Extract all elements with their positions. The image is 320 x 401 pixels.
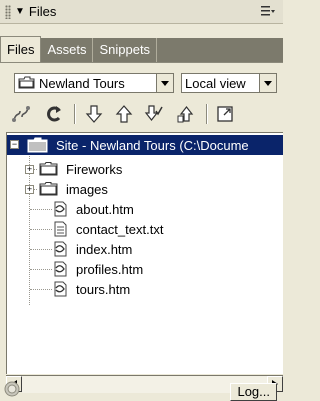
check-out-icon[interactable] — [143, 103, 165, 125]
tree-root-label: Site - Newland Tours (C:\Docume — [56, 137, 249, 153]
tab-files[interactable]: Files — [0, 36, 42, 62]
chevron-down-icon[interactable] — [259, 74, 276, 92]
toolbar-separator — [206, 104, 208, 124]
panel-options-icon[interactable] — [261, 5, 275, 17]
folder-icon — [39, 162, 58, 176]
tree-file-about[interactable]: about.htm — [7, 199, 283, 219]
check-in-icon[interactable] — [175, 103, 197, 125]
site-toolbar: Newland Tours Local view — [0, 62, 283, 101]
panel-tabs: Files Assets Snippets — [0, 36, 283, 62]
site-folder-icon — [27, 137, 48, 153]
html-file-icon — [54, 281, 67, 297]
html-file-icon — [54, 241, 67, 257]
tree-file-label: index.htm — [76, 241, 133, 257]
panel-title: Files — [28, 4, 57, 19]
get-files-icon[interactable] — [83, 103, 105, 125]
view-select-value: Local view — [185, 75, 246, 91]
tab-assets[interactable]: Assets — [41, 38, 94, 62]
put-files-icon[interactable] — [113, 103, 135, 125]
tree-folder-label: images — [66, 181, 108, 197]
panel-title-bar[interactable]: ▼ Files — [0, 0, 283, 24]
text-file-icon — [54, 221, 67, 237]
tree-folder-fireworks[interactable]: + Fireworks — [7, 159, 283, 179]
collapse-arrow-icon[interactable]: ▼ — [15, 6, 25, 17]
expand-panel-icon[interactable] — [214, 103, 236, 125]
refresh-icon[interactable] — [43, 103, 65, 125]
tab-strip-filler — [157, 38, 283, 62]
log-button[interactable]: Log... — [230, 383, 277, 401]
site-select[interactable]: Newland Tours — [14, 73, 174, 93]
tree-file-label: contact_text.txt — [76, 221, 164, 237]
site-select-value: Newland Tours — [39, 75, 125, 91]
tab-snippets[interactable]: Snippets — [93, 38, 158, 62]
expand-icon[interactable]: + — [25, 165, 34, 174]
expand-icon[interactable]: + — [25, 185, 34, 194]
collapse-icon[interactable]: − — [10, 140, 19, 149]
tree-file-contact-text[interactable]: contact_text.txt — [7, 219, 283, 239]
toolbar-separator — [74, 104, 76, 124]
tree-file-index[interactable]: index.htm — [7, 239, 283, 259]
folder-icon — [18, 76, 35, 89]
tree-folder-label: Fireworks — [66, 161, 123, 177]
connect-icon[interactable] — [10, 103, 32, 125]
tree-file-label: tours.htm — [76, 281, 131, 297]
files-toolbar — [0, 100, 283, 128]
folder-icon — [39, 182, 58, 196]
view-select[interactable]: Local view — [181, 73, 277, 93]
status-indicator-icon — [4, 381, 20, 397]
tree-file-label: profiles.htm — [76, 261, 144, 277]
tree-root-site[interactable]: − Site - Newland Tours (C:\Docume — [7, 135, 283, 155]
html-file-icon — [54, 201, 67, 217]
tree-folder-images[interactable]: + images — [7, 179, 283, 199]
file-tree[interactable]: − Site - Newland Tours (C:\Docume + Fire… — [6, 132, 283, 374]
tree-file-tours[interactable]: tours.htm — [7, 279, 283, 299]
chevron-down-icon[interactable] — [156, 74, 173, 92]
html-file-icon — [54, 261, 67, 277]
tree-file-label: about.htm — [76, 201, 134, 217]
drag-grip-icon[interactable] — [5, 4, 11, 19]
tree-file-profiles[interactable]: profiles.htm — [7, 259, 283, 279]
